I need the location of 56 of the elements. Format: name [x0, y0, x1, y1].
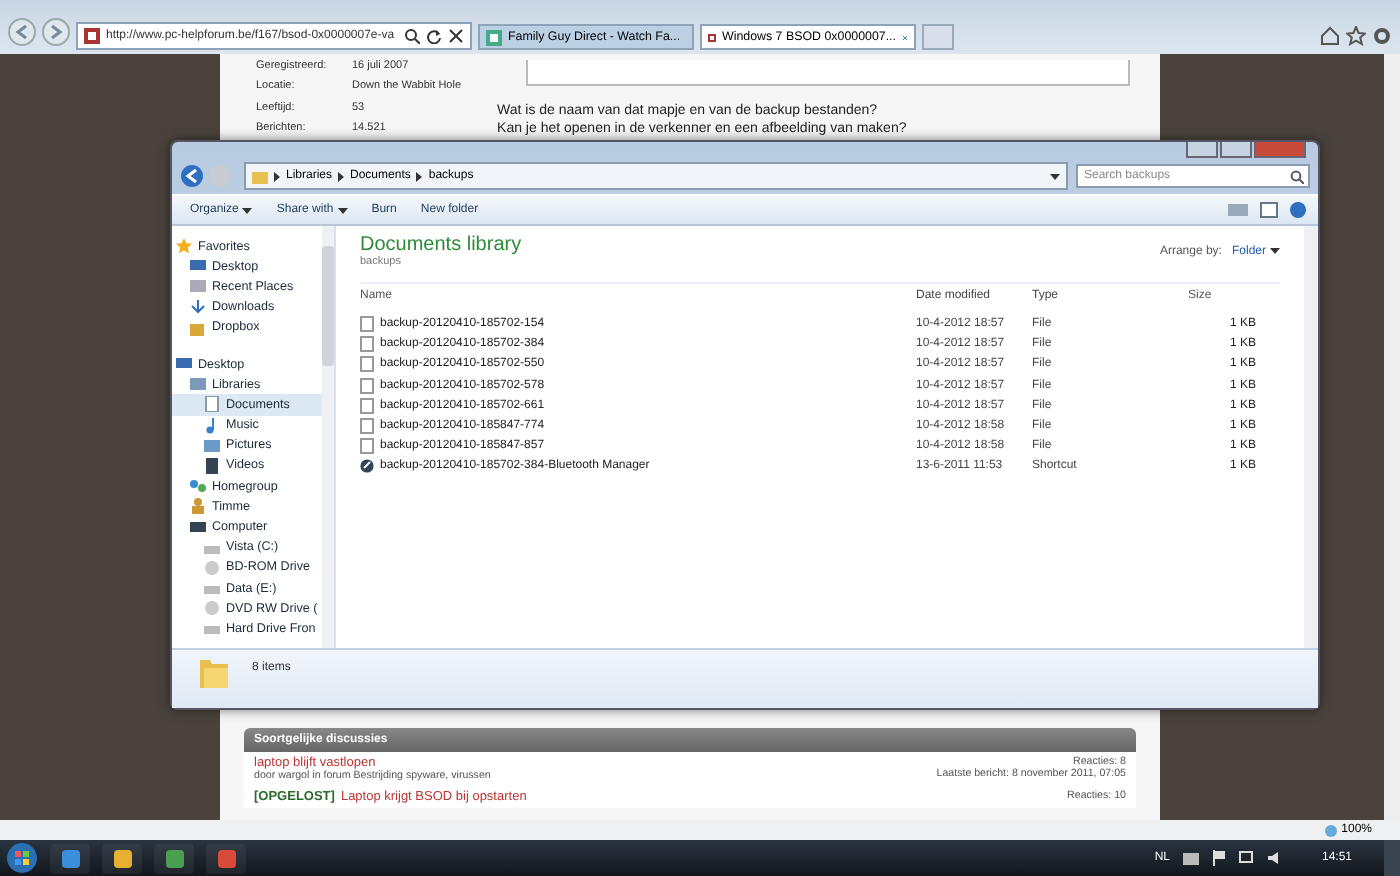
home-icon — [1320, 26, 1340, 46]
app-icon — [215, 847, 237, 869]
app-icon — [111, 847, 133, 869]
star-icon — [176, 238, 192, 255]
new-tab-button[interactable] — [922, 24, 954, 50]
close-icon — [448, 28, 464, 44]
homegroup-icon — [190, 478, 206, 495]
picture-icon — [204, 437, 220, 454]
maximize-button[interactable] — [1220, 142, 1252, 158]
app-icon — [163, 847, 185, 869]
library-title: Documents library — [360, 234, 524, 256]
back-icon — [180, 164, 204, 188]
start-icon — [6, 842, 38, 874]
site-icon — [84, 28, 100, 44]
scrollbar[interactable] — [322, 226, 334, 648]
network-icon — [1237, 850, 1254, 866]
film-icon — [204, 457, 220, 474]
disc-icon — [204, 559, 220, 576]
box-icon — [190, 319, 206, 336]
flag-icon — [1211, 850, 1226, 866]
page-icon — [708, 29, 716, 45]
folder-icon — [200, 656, 228, 688]
chevron-icon — [274, 171, 280, 181]
user-icon — [190, 498, 206, 515]
speaker-icon — [1265, 850, 1282, 866]
search-icon — [1290, 169, 1304, 183]
scrollbar[interactable] — [1384, 54, 1400, 820]
back-icon — [8, 18, 36, 46]
drive-icon — [204, 620, 220, 637]
dropdown-arrow-icon — [337, 207, 348, 213]
show-desktop-button[interactable] — [1384, 840, 1400, 876]
library-icon — [190, 376, 206, 393]
minimize-button[interactable] — [1186, 142, 1218, 158]
folder-icon — [252, 169, 268, 183]
scrollbar[interactable] — [1304, 226, 1318, 648]
dropdown-arrow-icon — [1270, 248, 1280, 254]
drive-icon — [204, 580, 220, 597]
taskbar-button[interactable] — [206, 843, 246, 873]
shortcut-icon — [360, 458, 374, 475]
disc-icon — [204, 600, 220, 617]
taskbar-button[interactable] — [50, 843, 90, 873]
refresh-icon — [426, 28, 442, 44]
page-icon — [486, 29, 502, 45]
dropdown-arrow-icon — [242, 207, 253, 213]
music-note-icon — [204, 417, 220, 434]
preview-pane-icon — [1260, 202, 1278, 218]
scroll-thumb[interactable] — [322, 246, 334, 366]
chevron-icon — [338, 171, 345, 181]
chevron-icon — [416, 171, 423, 181]
star-icon — [1346, 26, 1366, 46]
taskbar-button[interactable] — [102, 843, 142, 873]
app-icon — [59, 847, 81, 869]
dropdown-arrow-icon — [1050, 173, 1060, 179]
search-icon — [404, 28, 420, 44]
taskbar-button[interactable] — [154, 843, 194, 873]
download-icon — [190, 299, 206, 316]
